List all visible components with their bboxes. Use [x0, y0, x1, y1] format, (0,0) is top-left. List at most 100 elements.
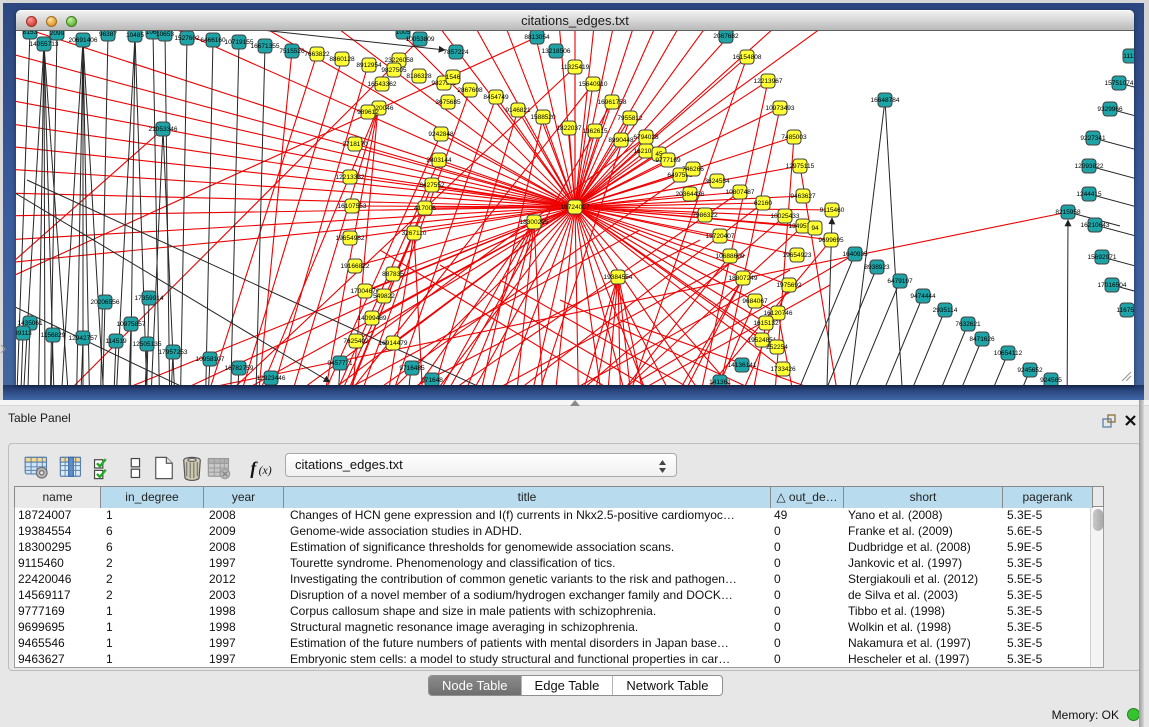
- svg-text:11325419: 11325419: [561, 64, 590, 71]
- svg-text:20206556: 20206556: [91, 299, 120, 306]
- svg-text:2935114: 2935114: [933, 307, 958, 314]
- svg-text:10975857: 10975857: [117, 321, 146, 328]
- svg-text:417006: 417006: [414, 205, 436, 212]
- svg-text:f: f: [250, 458, 258, 478]
- svg-text:2718170: 2718170: [342, 141, 368, 148]
- svg-text:1975692: 1975692: [776, 282, 802, 289]
- svg-text:19654923: 19654923: [783, 252, 812, 259]
- svg-text:2867608: 2867608: [457, 87, 483, 94]
- svg-text:8427552: 8427552: [419, 182, 445, 189]
- svg-text:10053809: 10053809: [406, 36, 435, 43]
- svg-text:2099: 2099: [50, 31, 65, 37]
- svg-text:1822037: 1822037: [556, 125, 582, 132]
- svg-text:8938923: 8938923: [864, 264, 890, 271]
- svg-text:1640935: 1640935: [842, 251, 868, 258]
- svg-text:16914479: 16914479: [379, 340, 408, 347]
- svg-text:1733426: 1733426: [770, 366, 796, 373]
- svg-text:1588520: 1588520: [530, 114, 556, 121]
- svg-text:9329966: 9329966: [1097, 106, 1123, 113]
- svg-text:1244415: 1244415: [1076, 191, 1102, 198]
- svg-text:9827505: 9827505: [381, 67, 407, 74]
- svg-text:2803144: 2803144: [426, 157, 452, 164]
- svg-text:3624554: 3624554: [704, 178, 730, 185]
- svg-text:12505135: 12505135: [133, 341, 162, 348]
- svg-text:20691406: 20691406: [69, 37, 98, 44]
- svg-text:9245652: 9245652: [1017, 367, 1043, 374]
- svg-text:19166822: 19166822: [341, 263, 370, 270]
- svg-text:96387: 96387: [99, 31, 117, 38]
- svg-text:10973493: 10973493: [766, 105, 795, 112]
- svg-text:1527602: 1527602: [174, 35, 200, 42]
- svg-text:16671355: 16671355: [251, 43, 280, 50]
- svg-text:8990448: 8990448: [608, 137, 634, 144]
- svg-text:116753: 116753: [1116, 307, 1134, 314]
- svg-text:21053346: 21053346: [149, 126, 178, 133]
- svg-text:8186328: 8186328: [406, 73, 432, 80]
- svg-text:12942757: 12942757: [69, 335, 98, 342]
- svg-text:15720407: 15720407: [706, 233, 735, 240]
- svg-text:1362615: 1362615: [582, 128, 608, 135]
- svg-text:1615132: 1615132: [753, 320, 779, 327]
- svg-text:16648784: 16648784: [871, 97, 900, 104]
- svg-text:16543362: 16543362: [368, 81, 397, 88]
- svg-text:9242848: 9242848: [428, 131, 454, 138]
- svg-text:9777169: 9777169: [655, 157, 681, 164]
- svg-text:989612: 989612: [357, 109, 379, 116]
- svg-text:7625402: 7625402: [343, 338, 369, 345]
- svg-text:10025433: 10025433: [771, 213, 800, 220]
- svg-text:10485: 10485: [126, 32, 144, 39]
- svg-text:9457771: 9457771: [327, 360, 353, 367]
- svg-text:7986322: 7986322: [692, 212, 718, 219]
- svg-text:10958107: 10958107: [196, 356, 225, 363]
- svg-text:12213967: 12213967: [754, 78, 783, 85]
- svg-text:1112: 1112: [1123, 53, 1134, 60]
- svg-text:8215958: 8215958: [1055, 209, 1081, 216]
- svg-text:8454749: 8454749: [483, 94, 509, 101]
- svg-text:9227341: 9227341: [1080, 135, 1106, 142]
- svg-text:17016504: 17016504: [1098, 282, 1127, 289]
- svg-text:1156829: 1156829: [41, 332, 66, 339]
- svg-text:12213382: 12213382: [336, 174, 365, 181]
- svg-text:114519: 114519: [105, 338, 127, 345]
- svg-text:14136141: 14136141: [728, 362, 757, 369]
- svg-text:62160: 62160: [754, 200, 772, 207]
- svg-text:8471626: 8471626: [969, 336, 995, 343]
- svg-text:7485003: 7485003: [781, 134, 807, 141]
- svg-text:924565: 924565: [1040, 377, 1062, 384]
- svg-text:7857224: 7857224: [443, 49, 469, 56]
- svg-text:10807487: 10807487: [726, 189, 755, 196]
- svg-text:141361: 141361: [709, 379, 731, 385]
- svg-text:18300295: 18300295: [520, 219, 549, 226]
- svg-text:16154808: 16154808: [733, 54, 762, 61]
- svg-text:7663822: 7663822: [304, 51, 330, 58]
- svg-text:10654112: 10654112: [994, 350, 1023, 357]
- svg-text:9716485: 9716485: [399, 365, 425, 372]
- svg-text:10688609: 10688609: [716, 253, 745, 260]
- svg-text:8153: 8153: [23, 31, 38, 36]
- svg-text:16107553: 16107553: [338, 203, 367, 210]
- svg-text:746266: 746266: [682, 166, 704, 173]
- svg-text:94: 94: [811, 225, 819, 232]
- svg-text:9684067: 9684067: [742, 298, 768, 305]
- svg-text:14055713: 14055713: [30, 41, 59, 48]
- svg-text:17359914: 17359914: [135, 295, 164, 302]
- svg-text:7632621: 7632621: [955, 321, 981, 328]
- svg-text:19654982: 19654982: [336, 235, 365, 242]
- svg-text:15751074: 15751074: [1105, 80, 1134, 87]
- svg-text:10653: 10653: [156, 31, 174, 38]
- svg-text:1546: 1546: [446, 74, 461, 81]
- svg-text:8813054: 8813054: [524, 34, 550, 41]
- svg-text:18807249: 18807249: [729, 275, 758, 282]
- svg-text:971648: 971648: [421, 377, 443, 384]
- svg-text:3267110: 3267110: [402, 230, 427, 237]
- svg-text:12975115: 12975115: [786, 163, 815, 170]
- svg-text:3675685: 3675685: [435, 99, 461, 106]
- svg-text:8860128: 8860128: [329, 56, 355, 63]
- svg-text:13218506: 13218506: [542, 48, 571, 55]
- svg-text:6479197: 6479197: [887, 278, 913, 285]
- svg-text:252254: 252254: [766, 344, 788, 351]
- svg-text:9463627: 9463627: [790, 193, 816, 200]
- svg-text:39113: 39113: [16, 330, 32, 337]
- svg-text:(x): (x): [259, 463, 272, 477]
- svg-text:7955812: 7955812: [617, 115, 643, 122]
